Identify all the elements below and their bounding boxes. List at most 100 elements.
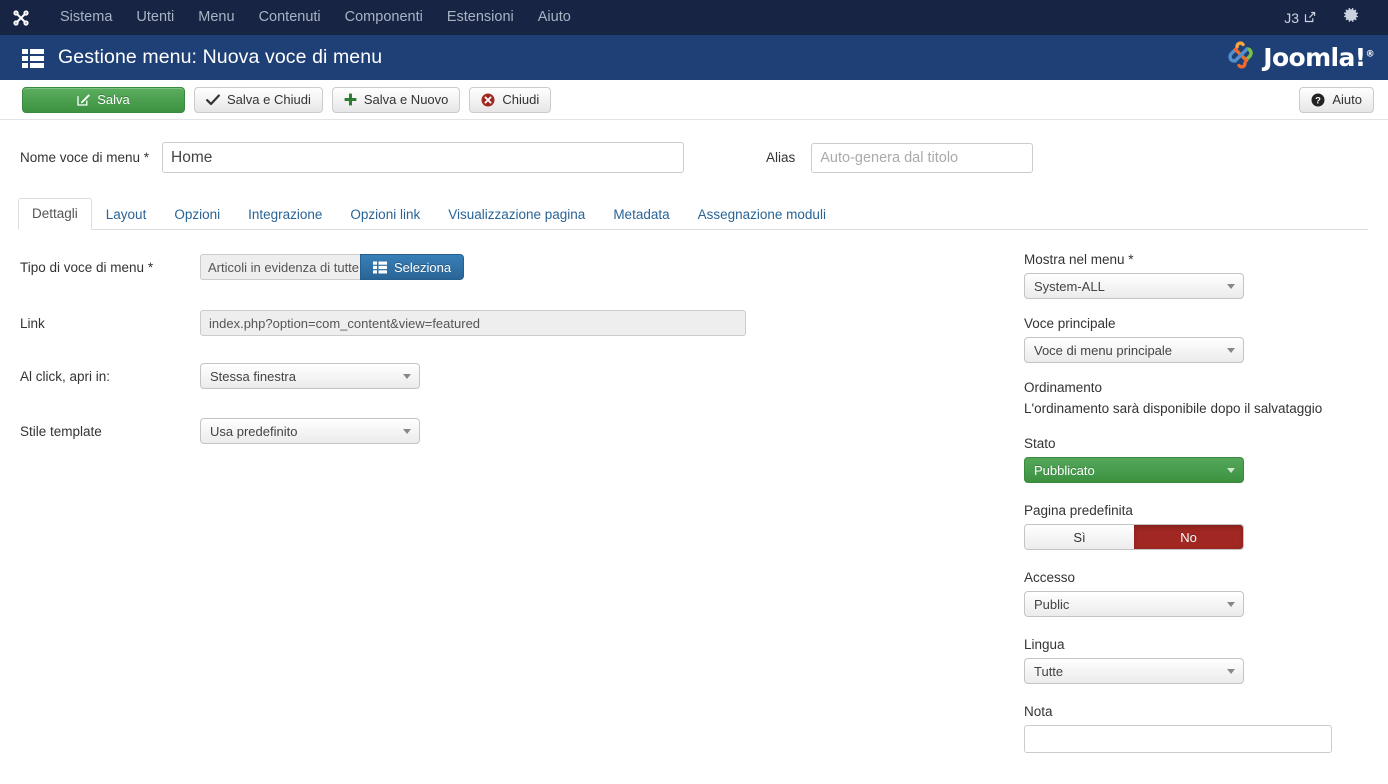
- access-value: Public: [1034, 596, 1070, 612]
- nav-item-aiuto[interactable]: Aiuto: [526, 0, 583, 35]
- nav-item-menu[interactable]: Menu: [186, 0, 246, 35]
- save-button-label: Salva: [97, 92, 130, 107]
- tab-opzioni[interactable]: Opzioni: [160, 199, 234, 230]
- menu-assignment-value: System-ALL: [1034, 278, 1105, 294]
- template-style-select-value: Usa predefinito: [210, 423, 298, 439]
- page-title: Gestione menu: Nuova voce di menu: [58, 46, 383, 68]
- default-page-group: Pagina predefinita Sì No: [1024, 503, 1370, 550]
- svg-text:?: ?: [1315, 95, 1321, 106]
- access-select[interactable]: Public: [1024, 591, 1244, 617]
- ordering-note: L'ordinamento sarà disponibile dopo il s…: [1024, 401, 1323, 416]
- tab-layout[interactable]: Layout: [92, 199, 161, 230]
- template-style-row: Stile template Usa predefinito: [20, 418, 1010, 444]
- menu-assignment-group: Mostra nel menu * System-ALL: [1024, 252, 1370, 299]
- menu-assignment-select[interactable]: System-ALL: [1024, 273, 1244, 299]
- sidebar-options-pane: Mostra nel menu * System-ALL Voce princi…: [1010, 230, 1370, 770]
- tab-opzioni-link[interactable]: Opzioni link: [336, 199, 434, 230]
- default-page-label: Pagina predefinita: [1024, 503, 1133, 518]
- chevron-down-icon: [403, 374, 411, 379]
- help-button[interactable]: ? Aiuto: [1299, 86, 1374, 113]
- menu-item-name-input[interactable]: [162, 142, 684, 173]
- select-type-button-label: Seleziona: [394, 259, 452, 275]
- nav-item-utenti[interactable]: Utenti: [124, 0, 186, 35]
- parent-item-label: Voce principale: [1024, 316, 1116, 331]
- details-pane: Tipo di voce di menu * Articoli in evide…: [0, 230, 1010, 770]
- tab-metadata[interactable]: Metadata: [599, 199, 683, 230]
- chevron-down-icon: [1227, 284, 1235, 289]
- parent-item-value: Voce di menu principale: [1034, 342, 1173, 358]
- chevron-down-icon: [1227, 348, 1235, 353]
- tab-visualizzazione-pagina[interactable]: Visualizzazione pagina: [434, 199, 599, 230]
- editor-panes: Tipo di voce di menu * Articoli in evide…: [0, 230, 1388, 770]
- language-group: Lingua Tutte: [1024, 637, 1370, 684]
- language-label: Lingua: [1024, 637, 1065, 652]
- chevron-down-icon: [1227, 468, 1235, 473]
- joomla-mark-icon[interactable]: [10, 7, 32, 29]
- help-button-label: Aiuto: [1332, 92, 1362, 107]
- help-circle-icon: ?: [1311, 93, 1325, 107]
- joomla-logo-icon: [1226, 40, 1256, 75]
- access-label: Accesso: [1024, 570, 1076, 585]
- status-group: Stato Pubblicato: [1024, 436, 1370, 483]
- chevron-down-icon: [1227, 602, 1235, 607]
- menu-item-type-group: Articoli in evidenza di tutte Seleziona: [200, 254, 465, 280]
- site-preview-link[interactable]: J3: [1270, 10, 1330, 26]
- close-circle-icon: [481, 93, 495, 107]
- nav-item-sistema[interactable]: Sistema: [48, 0, 124, 35]
- menu-list-icon: [22, 48, 44, 68]
- save-and-close-label: Salva e Chiudi: [227, 92, 311, 107]
- status-select[interactable]: Pubblicato: [1024, 457, 1244, 483]
- tab-integrazione[interactable]: Integrazione: [234, 199, 336, 230]
- editor-content: Nome voce di menu * Alias Dettagli Layou…: [0, 120, 1388, 770]
- parent-item-group: Voce principale Voce di menu principale: [1024, 316, 1370, 363]
- language-value: Tutte: [1034, 663, 1064, 679]
- ordering-label: Ordinamento: [1024, 380, 1103, 395]
- link-value: index.php?option=com_content&view=featur…: [200, 310, 746, 336]
- access-group: Accesso Public: [1024, 570, 1370, 617]
- external-link-icon: [1304, 10, 1316, 26]
- status-label: Stato: [1024, 436, 1056, 451]
- template-style-label: Stile template: [20, 423, 102, 439]
- alias-label: Alias: [766, 150, 796, 165]
- template-style-select[interactable]: Usa predefinito: [200, 418, 420, 444]
- edit-pencil-icon: [77, 93, 91, 106]
- alias-input[interactable]: [811, 142, 1034, 173]
- note-input[interactable]: [1024, 725, 1332, 753]
- top-navigation-bar: Sistema Utenti Menu Contenuti Componenti…: [0, 0, 1388, 35]
- default-page-yes-option[interactable]: Sì: [1025, 525, 1134, 549]
- check-icon: [206, 94, 220, 106]
- nav-item-componenti[interactable]: Componenti: [333, 0, 435, 35]
- gear-icon: [1344, 7, 1360, 28]
- trademark-symbol: ®: [1365, 49, 1375, 60]
- top-navigation-right: J3: [1270, 7, 1374, 28]
- ordering-group: Ordinamento L'ordinamento sarà disponibi…: [1024, 380, 1370, 416]
- save-and-close-button[interactable]: Salva e Chiudi: [194, 86, 323, 113]
- select-type-button[interactable]: Seleziona: [360, 254, 465, 280]
- joomla-wordmark: Joomla!®: [1263, 43, 1374, 72]
- joomla-brand-logo: Joomla!®: [1226, 40, 1375, 75]
- chevron-down-icon: [403, 429, 411, 434]
- target-select-value: Stessa finestra: [210, 368, 296, 384]
- editor-toolbar: Salva Salva e Chiudi Salva e Nuovo Chiud…: [0, 80, 1388, 120]
- tab-assegnazione-moduli[interactable]: Assegnazione moduli: [684, 199, 840, 230]
- close-button[interactable]: Chiudi: [469, 86, 552, 113]
- parent-item-select[interactable]: Voce di menu principale: [1024, 337, 1244, 363]
- nav-item-contenuti[interactable]: Contenuti: [247, 0, 333, 35]
- page-header: Gestione menu: Nuova voce di menu Joomla…: [0, 35, 1388, 80]
- language-select[interactable]: Tutte: [1024, 658, 1244, 684]
- note-group: Nota: [1024, 704, 1370, 753]
- list-icon: [373, 261, 387, 274]
- note-label: Nota: [1024, 704, 1053, 719]
- menu-item-name-row: Nome voce di menu * Alias: [0, 120, 1388, 173]
- nav-item-estensioni[interactable]: Estensioni: [435, 0, 526, 35]
- save-button[interactable]: Salva: [22, 86, 185, 113]
- save-and-new-button[interactable]: Salva e Nuovo: [331, 86, 461, 113]
- tab-dettagli[interactable]: Dettagli: [18, 198, 92, 230]
- chevron-down-icon: [1227, 669, 1235, 674]
- settings-button[interactable]: [1330, 7, 1374, 28]
- target-row: Al click, apri in: Stessa finestra: [20, 363, 1010, 389]
- target-select[interactable]: Stessa finestra: [200, 363, 420, 389]
- default-page-no-option[interactable]: No: [1134, 525, 1243, 549]
- close-button-label: Chiudi: [502, 92, 540, 107]
- link-label: Link: [20, 315, 45, 331]
